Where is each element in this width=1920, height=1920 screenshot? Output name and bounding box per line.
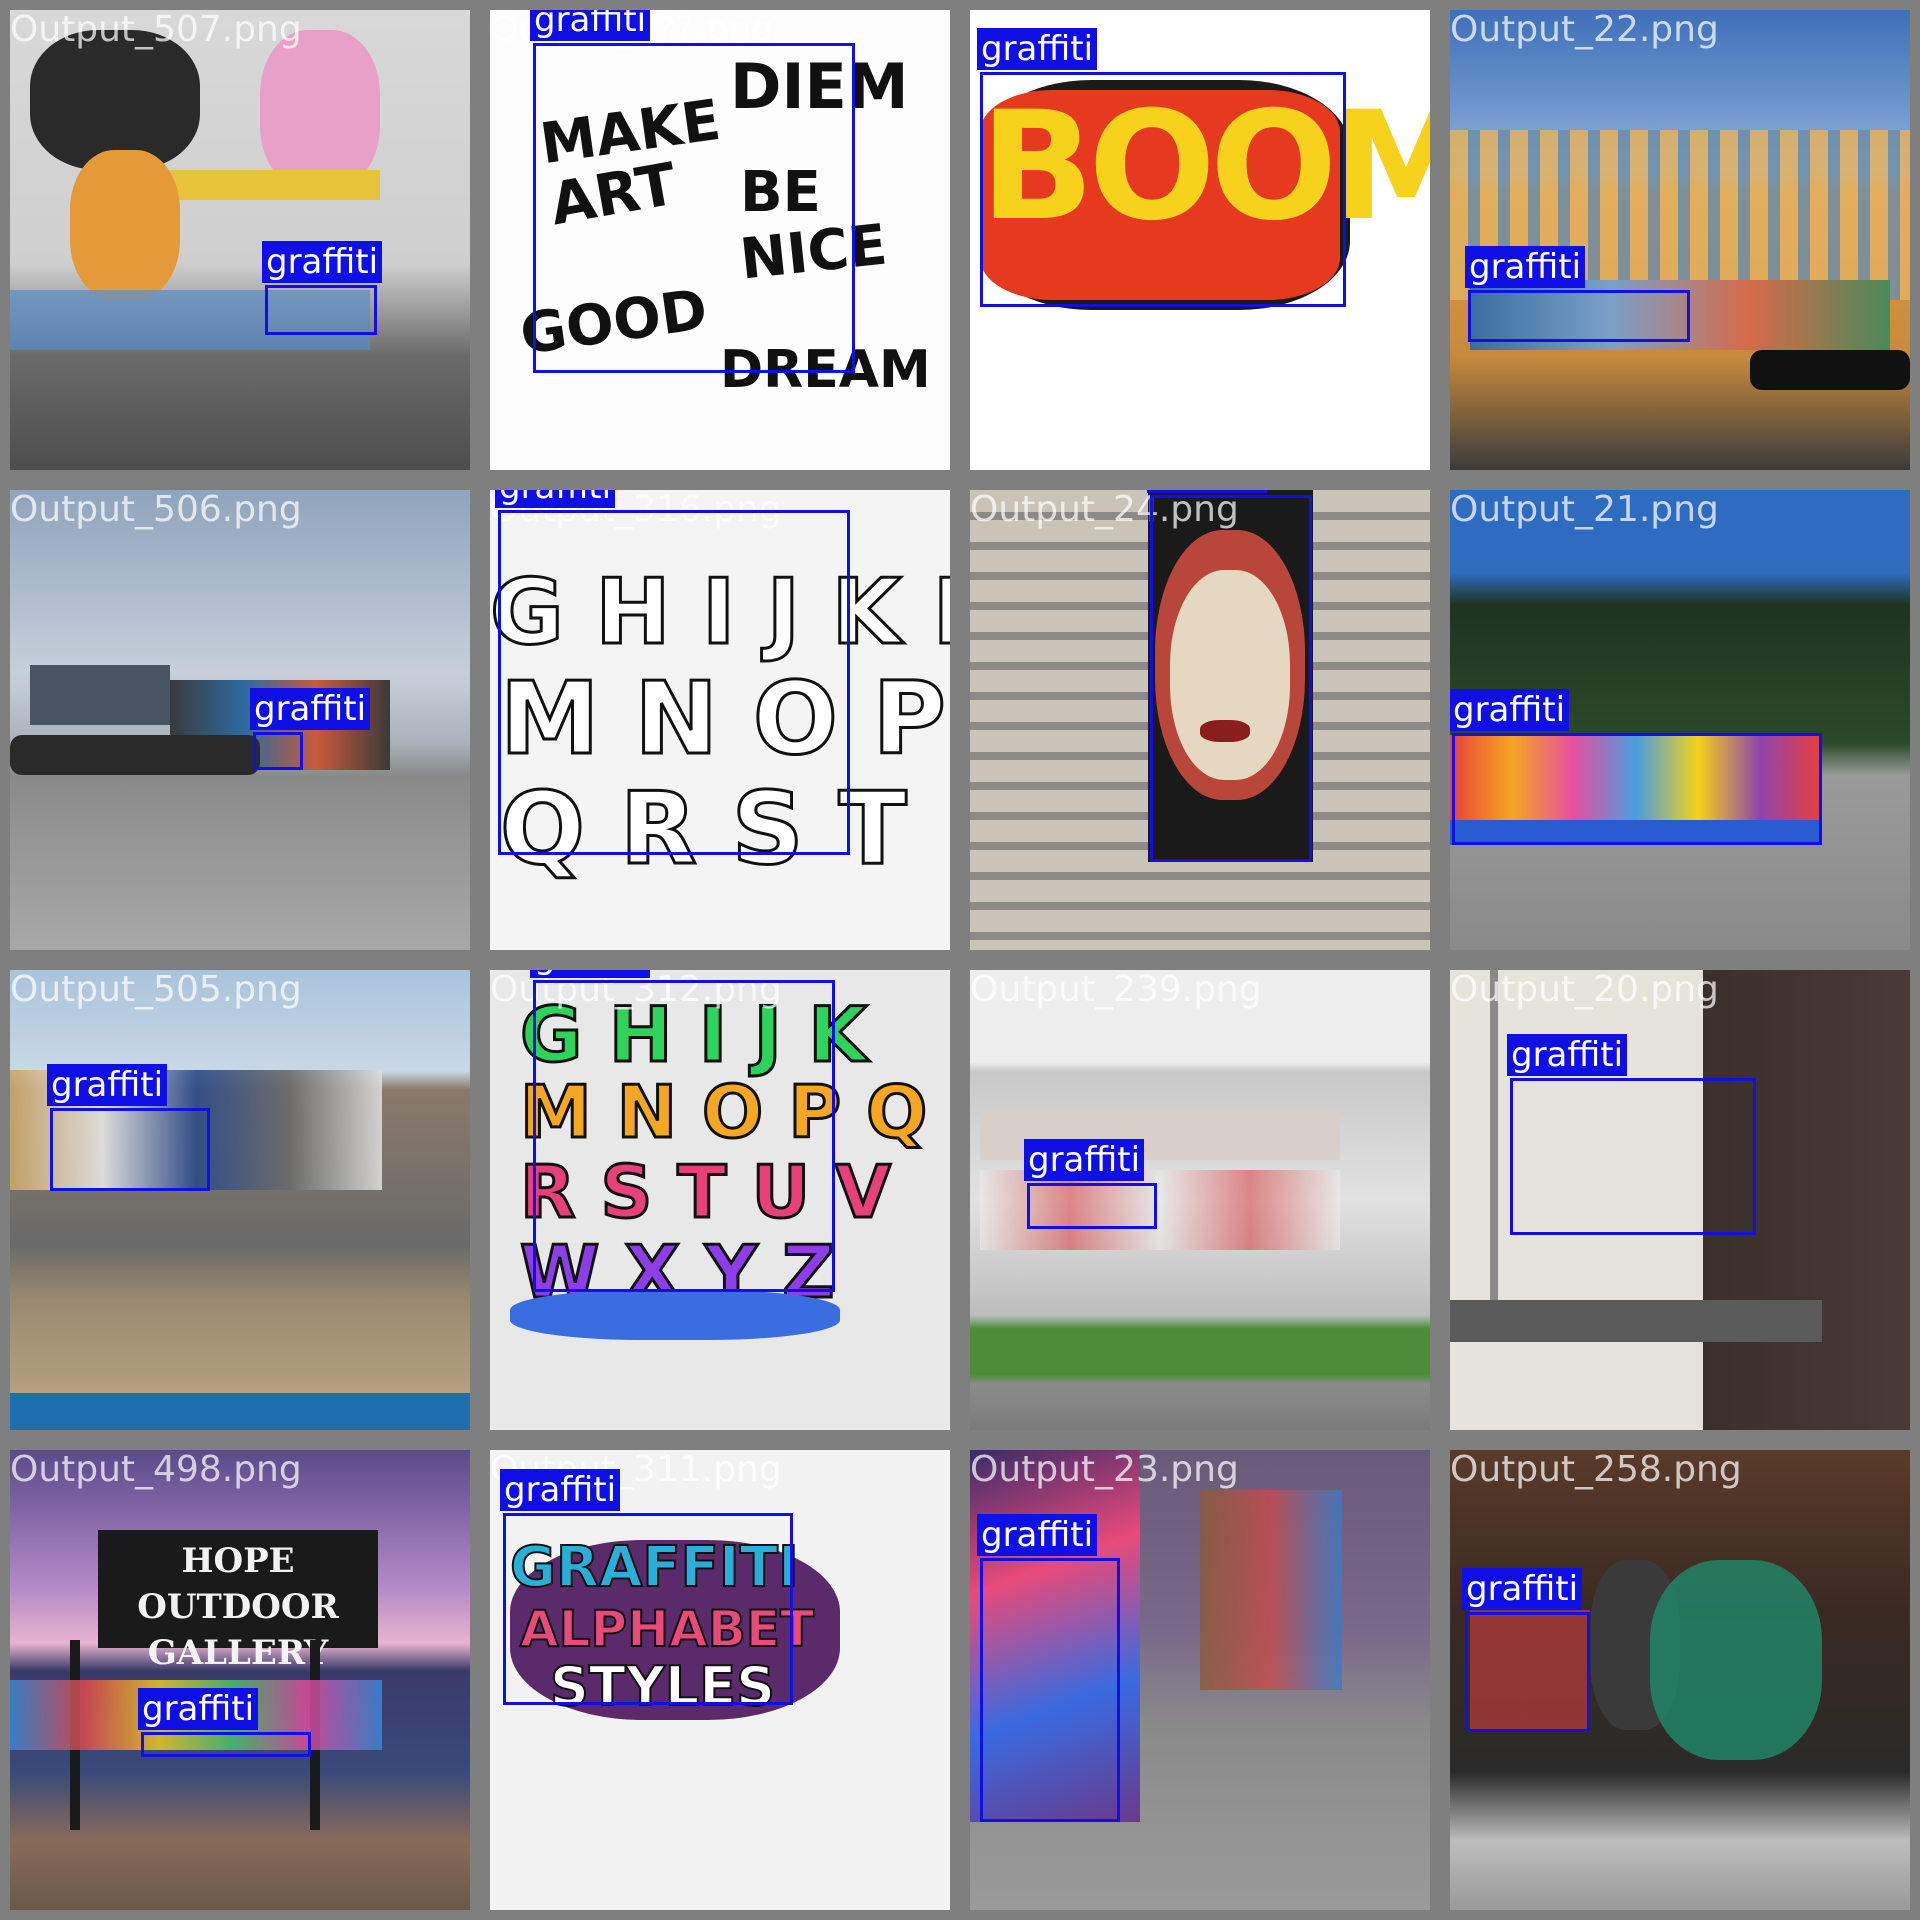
detection-label: graffiti [138,1688,259,1730]
detection-box: graffiti [138,1688,311,1757]
detection-label: graffiti [530,970,651,978]
file-name: Output_22.png [1450,9,1719,50]
tile-14: GRAFFITI ALPHABET STYLES Output_311.png … [480,1440,960,1920]
detection-label: graffiti [495,490,616,508]
bounding-box [1452,733,1822,845]
detection-box: graffiti [500,1469,793,1705]
tile-4: Output_22.png graffiti [1440,0,1920,480]
bounding-box [265,285,377,335]
file-name: Output_505.png [10,969,302,1010]
tile-12: Output_20.png graffiti [1440,960,1920,1440]
tile-7: Output_24.png graffiti [960,480,1440,960]
scene-parking-lot [10,490,470,950]
bounding-box [253,732,303,770]
detection-box: graffiti [530,970,835,1292]
detection-label: graffiti [47,1064,168,1106]
bounding-box [1468,290,1690,342]
detection-label: graffiti [1462,1568,1583,1610]
detection-label: graffiti [530,10,651,41]
file-name: Output_507.png [10,9,302,50]
tile-1: Output_507.png graffiti [0,0,480,480]
detection-label: graffiti [1147,490,1268,493]
scene-hope-outdoor-gallery: HOPE OUTDOOR GALLERY [10,1450,470,1910]
scene-5pointz-building [1450,10,1910,470]
detection-box: graffiti [262,241,383,335]
detection-label: graffiti [262,241,383,283]
detection-box: graffiti [1024,1139,1157,1229]
file-name: Output_258.png [1450,1449,1742,1490]
detection-box: graffiti [1507,1034,1756,1235]
bounding-box [980,72,1346,307]
detection-label: graffiti [977,1514,1098,1556]
tile-2: MAKE ART DIEM BE NICE GOOD DREAM Output_… [480,0,960,480]
detection-label: graffiti [250,688,371,730]
scene-graffiti-park [10,970,470,1430]
detection-box: graffiti [1147,490,1312,862]
detection-box: graffiti [1450,689,1822,845]
tile-9: Output_505.png graffiti [0,960,480,1440]
tile-6: G H I J K L M N O P Q R S T Output_316.p… [480,480,960,960]
detection-label: graffiti [977,28,1098,70]
bounding-box [141,1732,311,1757]
file-name: Output_21.png [1450,489,1719,530]
gallery-sign: HOPE OUTDOOR GALLERY [98,1530,378,1673]
bounding-box [50,1108,210,1191]
detection-label: graffiti [1507,1034,1628,1076]
tile-3: BOOM Output_25.png graffiti [960,0,1440,480]
bounding-box [1150,495,1312,862]
file-name: Output_20.png [1450,969,1719,1010]
scene-street-mural [10,10,470,470]
bounding-box [1465,1612,1590,1732]
bounding-box [533,43,855,373]
tile-8: Output_21.png graffiti [1440,480,1920,960]
detection-box: graffiti [1465,246,1690,342]
bounding-box [498,510,850,855]
file-name: Output_23.png [970,1449,1239,1490]
detection-box: graffiti [977,28,1346,307]
detection-label: graffiti [1024,1139,1145,1181]
detection-label: graffiti [1465,246,1586,288]
bounding-box [1027,1183,1157,1229]
bounding-box [1510,1078,1756,1235]
tile-13: HOPE OUTDOOR GALLERY Output_498.png graf… [0,1440,480,1920]
detection-box: graffiti [495,490,850,855]
detection-box: graffiti [250,688,371,770]
detection-label: graffiti [500,1469,621,1511]
tile-11: Output_239.png graffiti [960,960,1440,1440]
bounding-box [980,1558,1120,1822]
file-name: Output_498.png [10,1449,302,1490]
detection-box: graffiti [977,1514,1120,1822]
file-name: Output_239.png [970,969,1262,1010]
tile-16: Output_258.png graffiti [1440,1440,1920,1920]
image-grid: Output_507.png graffiti MAKE ART DIEM BE… [0,0,1920,1920]
detection-box: graffiti [47,1064,210,1191]
tile-15: Output_23.png graffiti [960,1440,1440,1920]
detection-box: graffiti [1462,1568,1590,1732]
detection-label: graffiti [1450,689,1570,731]
detection-box: graffiti [530,10,855,373]
bounding-box [533,980,835,1292]
bounding-box [503,1513,793,1705]
tile-10: G H I J K M N O P Q R S T U V W X Y Z Ou… [480,960,960,1440]
tile-5: Output_506.png graffiti [0,480,480,960]
file-name: Output_506.png [10,489,302,530]
